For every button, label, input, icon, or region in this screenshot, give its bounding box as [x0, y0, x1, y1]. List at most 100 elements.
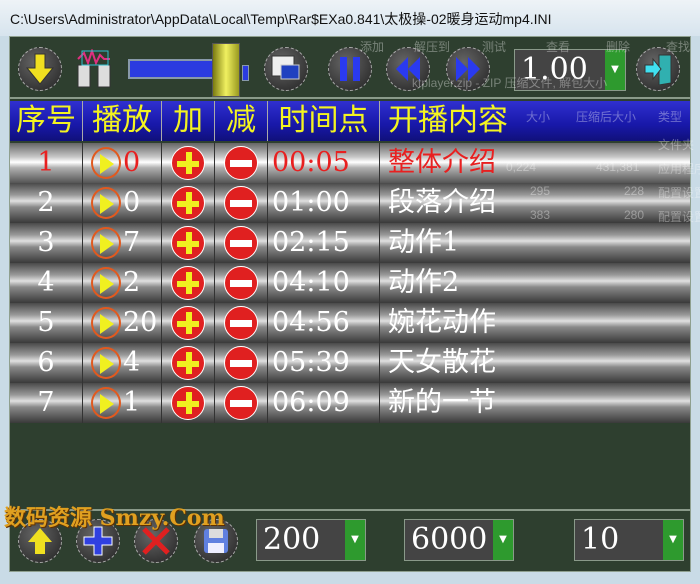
arrow-down-icon — [25, 53, 55, 85]
dropdown-arrow-icon[interactable]: ▼ — [493, 520, 513, 560]
window-title: C:\Users\Administrator\AppData\Local\Tem… — [10, 11, 552, 27]
ghost-text: 查看 — [546, 40, 571, 54]
header-subtract: 减 — [215, 101, 268, 141]
time-point: 02:15 — [268, 223, 380, 263]
play-cell[interactable]: 7 — [83, 223, 162, 263]
combo-interval-value: 200 — [263, 522, 321, 557]
replay-play-icon[interactable] — [91, 347, 121, 379]
minus-circle-icon[interactable] — [224, 266, 258, 300]
combo-duration[interactable]: 6000 ▼ — [404, 519, 514, 561]
play-count: 4 — [123, 347, 141, 378]
subtract-cell[interactable] — [215, 263, 268, 303]
plus-circle-icon[interactable] — [171, 386, 205, 420]
table-row[interactable]: 4 2 04:10 动作2 — [10, 263, 690, 303]
table-row[interactable]: 7 1 06:09 新的一节 — [10, 383, 690, 423]
header-add: 加 — [162, 101, 215, 141]
ghost-text: 类型 — [658, 110, 683, 124]
dropdown-arrow-icon[interactable]: ▼ — [345, 520, 365, 560]
plus-circle-icon[interactable] — [171, 266, 205, 300]
plus-circle-icon[interactable] — [171, 226, 205, 260]
table-row[interactable]: 6 4 05:39 天女散花 — [10, 343, 690, 383]
play-count: 0 — [123, 147, 141, 178]
table-row[interactable]: 1 0 00:05 整体介绍 — [10, 143, 690, 183]
minus-circle-icon[interactable] — [224, 306, 258, 340]
time-point: 00:05 — [268, 143, 380, 183]
play-cell[interactable]: 20 — [83, 303, 162, 343]
volume-slider-end — [242, 65, 249, 81]
row-number: 5 — [10, 303, 83, 343]
replay-play-icon[interactable] — [91, 147, 121, 179]
minus-circle-icon[interactable] — [224, 226, 258, 260]
minus-circle-icon[interactable] — [224, 386, 258, 420]
ghost-text: 383 — [530, 208, 551, 222]
plus-circle-icon[interactable] — [171, 346, 205, 380]
add-cell[interactable] — [162, 263, 215, 303]
dropdown-arrow-icon[interactable]: ▼ — [663, 520, 683, 560]
subtract-cell[interactable] — [215, 143, 268, 183]
replay-play-icon[interactable] — [91, 307, 121, 339]
dropdown-arrow-icon[interactable]: ▼ — [605, 50, 625, 90]
combo-count[interactable]: 10 ▼ — [574, 519, 684, 561]
ghost-text: 解压到 — [414, 40, 451, 54]
table-row[interactable]: 5 20 04:56 婉花动作 — [10, 303, 690, 343]
playlist-window-button[interactable] — [264, 47, 308, 91]
add-cell[interactable] — [162, 223, 215, 263]
replay-play-icon[interactable] — [91, 387, 121, 419]
add-cell[interactable] — [162, 383, 215, 423]
play-cell[interactable]: 0 — [83, 183, 162, 223]
subtract-cell[interactable] — [215, 183, 268, 223]
subtract-cell[interactable] — [215, 223, 268, 263]
minus-circle-icon[interactable] — [224, 186, 258, 220]
exit-door-icon — [644, 54, 672, 85]
ghost-text: 压缩后大小 — [576, 110, 637, 124]
content-label: 新的一节 — [388, 387, 496, 418]
time-point: 05:39 — [268, 343, 380, 383]
plus-circle-icon[interactable] — [171, 306, 205, 340]
add-cell[interactable] — [162, 183, 215, 223]
play-count: 7 — [123, 227, 141, 258]
minus-circle-icon[interactable] — [224, 346, 258, 380]
combo-count-value: 10 — [581, 522, 620, 557]
subtract-cell[interactable] — [215, 383, 268, 423]
subtract-cell[interactable] — [215, 343, 268, 383]
minus-circle-icon[interactable] — [224, 146, 258, 180]
time-point: 06:09 — [268, 383, 380, 423]
add-cell[interactable] — [162, 143, 215, 183]
plus-circle-icon[interactable] — [171, 186, 205, 220]
ghost-text: 应用程序 — [658, 162, 700, 176]
ghost-text: 配置设置 — [658, 210, 700, 224]
header-play: 播放 — [83, 101, 162, 141]
content-label: 天女散花 — [388, 347, 496, 378]
play-cell[interactable]: 1 — [83, 383, 162, 423]
combo-interval[interactable]: 200 ▼ — [256, 519, 366, 561]
play-cell[interactable]: 0 — [83, 143, 162, 183]
plus-circle-icon[interactable] — [171, 146, 205, 180]
table-body: 1 0 00:05 整体介绍 2 0 01:00 段落介绍 3 7 02:15 动作1 4 2 04:10 动… — [10, 143, 690, 423]
ghost-text: 查找 — [666, 40, 691, 54]
replay-play-icon[interactable] — [91, 187, 121, 219]
table-row[interactable]: 2 0 01:00 段落介绍 — [10, 183, 690, 223]
time-point: 04:56 — [268, 303, 380, 343]
replay-play-icon[interactable] — [91, 267, 121, 299]
subtract-cell[interactable] — [215, 303, 268, 343]
ghost-text: 228 — [624, 184, 645, 198]
combo-duration-value: 6000 — [411, 522, 488, 557]
volume-slider-thumb[interactable] — [212, 43, 240, 97]
play-cell[interactable]: 2 — [83, 263, 162, 303]
add-cell[interactable] — [162, 343, 215, 383]
watermark: 数码资源 Smzy.Com — [4, 505, 225, 531]
ghost-text: 添加 — [360, 40, 385, 54]
time-point: 04:10 — [268, 263, 380, 303]
download-arrow-button[interactable] — [18, 47, 62, 91]
volume-slider-track[interactable] — [128, 59, 220, 79]
play-count: 2 — [123, 267, 141, 298]
ghost-text: 0,224 — [506, 160, 537, 174]
ghost-text: 配置设置 — [658, 186, 700, 200]
play-cell[interactable]: 4 — [83, 343, 162, 383]
replay-play-icon[interactable] — [91, 227, 121, 259]
ghost-text: ktplayer.zip - ZIP 压缩文件, 解包大小 — [412, 76, 608, 90]
add-cell[interactable] — [162, 303, 215, 343]
table-row[interactable]: 3 7 02:15 动作1 — [10, 223, 690, 263]
ghost-text: 280 — [624, 208, 645, 222]
pause-icon — [340, 57, 360, 81]
